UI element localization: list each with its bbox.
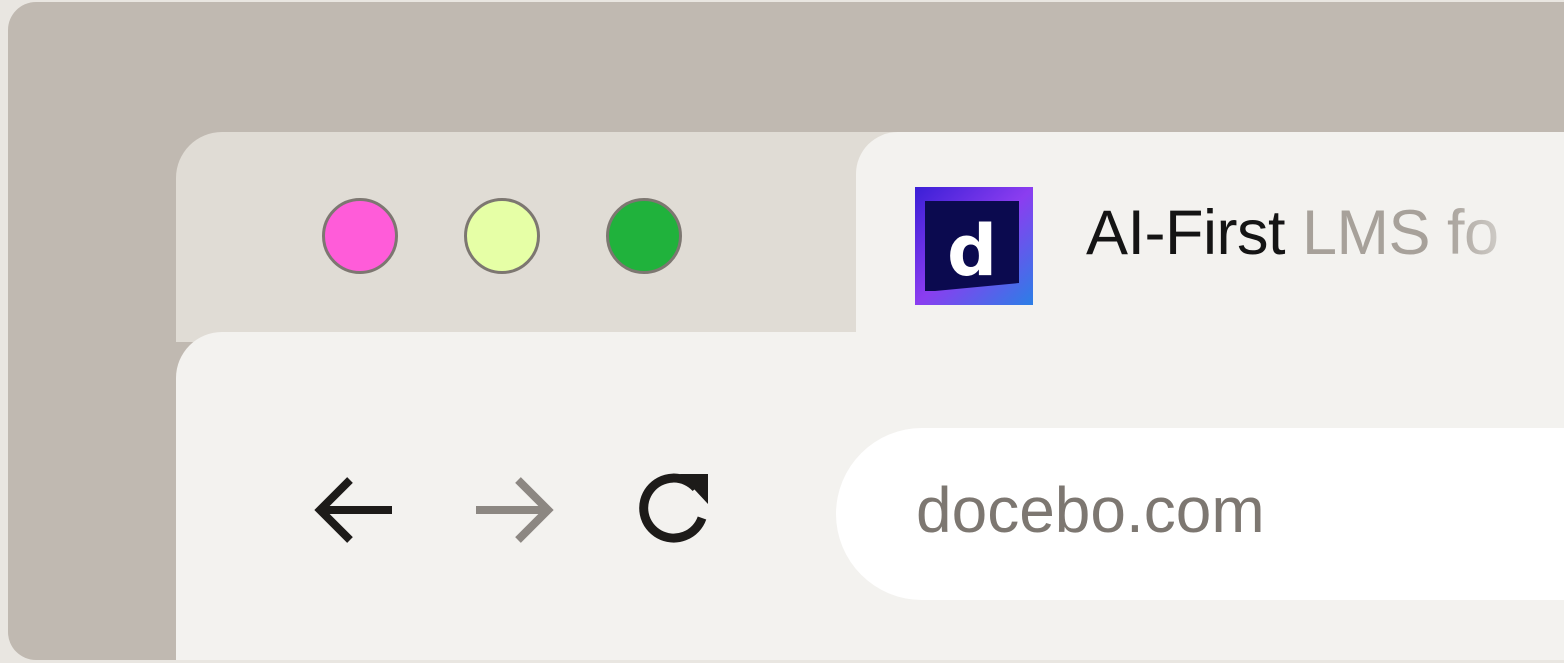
- back-arrow-icon[interactable]: [306, 462, 402, 558]
- tab-title-fade: [1446, 132, 1564, 352]
- browser-window: d AI-First LMS fo docebo.com: [176, 132, 1564, 660]
- maximize-window-button[interactable]: [606, 198, 682, 274]
- tab-title: AI-First LMS fo: [1086, 202, 1499, 265]
- docebo-favicon-icon: d: [915, 187, 1033, 305]
- browser-tab-active[interactable]: d AI-First LMS fo: [856, 132, 1564, 352]
- forward-arrow-icon[interactable]: [466, 462, 562, 558]
- window-backdrop: d AI-First LMS fo docebo.com: [8, 2, 1564, 660]
- address-url[interactable]: docebo.com: [916, 478, 1265, 542]
- close-window-button[interactable]: [322, 198, 398, 274]
- tab-title-strong: AI-First: [1086, 198, 1285, 268]
- favicon-letter: d: [947, 210, 997, 292]
- navigation-toolbar: docebo.com: [176, 332, 1564, 660]
- address-bar[interactable]: docebo.com: [836, 428, 1564, 600]
- reload-icon[interactable]: [626, 462, 722, 558]
- minimize-window-button[interactable]: [464, 198, 540, 274]
